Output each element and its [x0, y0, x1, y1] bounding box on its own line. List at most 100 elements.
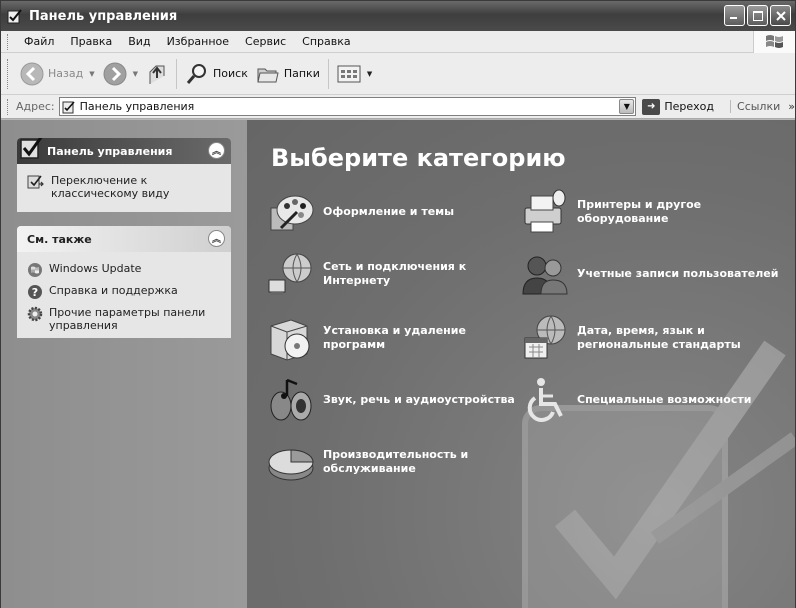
control-panel-task-title: Панель управления: [47, 144, 173, 158]
title-bar[interactable]: Панель управления: [1, 1, 795, 31]
switch-classic-view-label: Переключение к классическому виду: [51, 174, 170, 200]
category-sound-speech-audio[interactable]: Звук, речь и аудиоустройства: [267, 376, 515, 424]
folders-icon: [257, 68, 279, 82]
svg-text:?: ?: [32, 286, 38, 299]
see-also-header[interactable]: См. также ︽: [17, 226, 231, 252]
go-button[interactable]: ➜ Переход: [642, 98, 715, 115]
go-arrow-icon: ➜: [642, 98, 661, 115]
category-printers-hardware[interactable]: Принтеры и другое оборудование: [521, 188, 721, 236]
address-grip[interactable]: [7, 98, 10, 115]
control-panel-icon: [7, 9, 22, 24]
back-button[interactable]: Назад ▼: [16, 57, 99, 91]
category-network-internet[interactable]: Сеть и подключения к Интернету: [267, 250, 467, 298]
help-icon: ?: [28, 285, 42, 299]
forward-button[interactable]: ▼: [99, 57, 142, 91]
windows-update-link[interactable]: Windows Update: [27, 262, 223, 278]
wheelchair-icon: [527, 378, 563, 422]
folders-label: Папки: [283, 67, 320, 80]
switch-classic-view-link[interactable]: Переключение к классическому виду: [27, 174, 223, 200]
views-icon: [337, 65, 361, 82]
other-options-link[interactable]: Прочие параметры панели управления: [27, 306, 223, 332]
folder-up-icon: [149, 65, 165, 84]
speaker-note-icon: [270, 378, 312, 421]
toolbar-separator: [327, 58, 329, 89]
other-options-label: Прочие параметры панели управления: [49, 306, 206, 332]
search-icon: [186, 63, 206, 84]
category-label: Учетные записи пользователей: [577, 267, 779, 280]
network-globe-icon: [268, 253, 312, 295]
menu-edit[interactable]: Правка: [62, 35, 120, 48]
menu-tools[interactable]: Сервис: [237, 35, 294, 48]
maximize-icon: [752, 10, 763, 21]
classic-view-icon: [27, 175, 44, 189]
category-label: Оформление и темы: [323, 205, 455, 218]
standard-toolbar: Назад ▼ ▼ Поиск Папки ▼: [1, 53, 795, 95]
address-dropdown-icon[interactable]: ▼: [619, 99, 635, 114]
category-label: Принтеры и другое оборудование: [577, 198, 702, 225]
collapse-icon[interactable]: ︽: [208, 142, 225, 159]
menu-grip[interactable]: [7, 33, 10, 50]
menu-help[interactable]: Справка: [294, 35, 358, 48]
globe-calendar-icon: [524, 315, 566, 359]
see-also-title: См. также: [27, 232, 92, 246]
window-title: Панель управления: [29, 8, 178, 24]
control-panel-header-icon: [20, 138, 43, 159]
category-user-accounts[interactable]: Учетные записи пользователей: [521, 250, 778, 298]
users-icon: [522, 256, 568, 295]
menu-favorites[interactable]: Избранное: [159, 35, 237, 48]
close-button[interactable]: [770, 5, 791, 26]
folders-button[interactable]: Папки: [252, 57, 324, 91]
up-button[interactable]: [142, 57, 172, 91]
address-input[interactable]: Панель управления ▼: [58, 97, 637, 116]
views-button[interactable]: ▼: [333, 57, 376, 91]
software-box-icon: [270, 319, 310, 361]
windows-update-label: Windows Update: [49, 262, 142, 275]
menu-view[interactable]: Вид: [120, 35, 158, 48]
back-dropdown-icon[interactable]: ▼: [89, 70, 94, 78]
category-label: Звук, речь и аудиоустройства: [323, 393, 515, 406]
windows-update-icon: [28, 263, 42, 277]
back-label: Назад: [48, 67, 84, 80]
address-label: Адрес:: [15, 100, 55, 113]
windows-flag-icon: [765, 35, 783, 48]
category-date-time-language[interactable]: Дата, время, язык и региональные стандар…: [521, 314, 741, 362]
category-label: Специальные возможности: [577, 393, 752, 406]
pie-chart-icon: [268, 449, 314, 481]
see-also-task-box: См. также ︽ Windows Update ? Справка и п…: [17, 226, 231, 338]
control-panel-window: Панель управления Файл Правка Вид Избран…: [0, 0, 796, 608]
minimize-icon: [730, 17, 737, 19]
menu-file[interactable]: Файл: [16, 35, 62, 48]
help-support-label: Справка и поддержка: [49, 284, 178, 297]
links-chevron-icon[interactable]: »: [788, 100, 795, 113]
category-performance-maintenance[interactable]: Производительность и обслуживание: [267, 438, 477, 486]
toolbar-grip[interactable]: [7, 58, 10, 89]
forward-dropdown-icon[interactable]: ▼: [133, 70, 138, 78]
menu-bar: Файл Правка Вид Избранное Сервис Справка: [1, 31, 795, 53]
category-accessibility[interactable]: Специальные возможности: [521, 376, 751, 424]
control-panel-task-header[interactable]: Панель управления ︽: [17, 138, 231, 164]
help-support-link[interactable]: ? Справка и поддержка: [27, 284, 223, 300]
search-button[interactable]: Поиск: [181, 57, 252, 91]
minimize-button[interactable]: [724, 5, 745, 26]
page-title: Выберите категорию: [271, 144, 566, 172]
category-label: Дата, время, язык и региональные стандар…: [577, 324, 741, 351]
category-view: Выберите категорию Оформление и темы Сет…: [247, 120, 795, 608]
category-add-remove-programs[interactable]: Установка и удаление программ: [267, 314, 467, 362]
gear-icon: [27, 306, 43, 322]
task-pane: Панель управления ︽ Переключение к класс…: [1, 120, 247, 608]
category-label: Установка и удаление программ: [323, 324, 466, 351]
maximize-button[interactable]: [747, 5, 768, 26]
views-dropdown-icon[interactable]: ▼: [367, 70, 372, 78]
category-appearance-themes[interactable]: Оформление и темы: [267, 188, 454, 236]
control-panel-task-box: Панель управления ︽ Переключение к класс…: [17, 138, 231, 212]
toolbar-separator: [176, 58, 177, 89]
windows-logo: [753, 31, 795, 53]
go-label: Переход: [664, 100, 715, 113]
palette-icon: [270, 195, 314, 231]
collapse-icon[interactable]: ︽: [208, 230, 225, 247]
links-toolbar[interactable]: Ссылки: [730, 100, 780, 113]
address-value: Панель управления: [79, 100, 195, 113]
back-arrow-icon: [20, 62, 44, 85]
category-label: Сеть и подключения к Интернету: [323, 260, 467, 287]
close-icon: [775, 10, 786, 21]
